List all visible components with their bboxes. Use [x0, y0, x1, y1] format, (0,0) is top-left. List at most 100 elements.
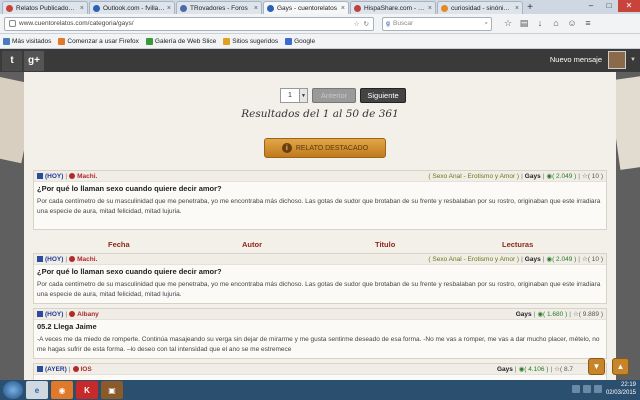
- featured-label: RELATO DESTACADO: [295, 144, 369, 152]
- story-date: (HOY): [45, 255, 64, 263]
- folder-icon[interactable]: ▣: [101, 381, 123, 399]
- bookmark-item[interactable]: Sitios sugeridos: [223, 37, 279, 45]
- tab-4[interactable]: Gays - cuentorelatos ×: [263, 1, 349, 14]
- bookmark-label: Más visitados: [12, 37, 52, 45]
- system-tray: [569, 385, 602, 393]
- bookmark-item[interactable]: Google: [285, 37, 315, 45]
- close-tab-icon[interactable]: ×: [428, 5, 432, 12]
- story-category[interactable]: ( Sexo Anal - Erotismo y Amor ): [428, 256, 519, 263]
- column-author[interactable]: Autor: [242, 240, 262, 249]
- story-section[interactable]: Gays: [516, 311, 532, 318]
- chevron-down-icon[interactable]: ▼: [300, 88, 308, 103]
- favicon-icon: [354, 4, 361, 12]
- close-tab-icon[interactable]: ×: [254, 5, 258, 12]
- content-page: 1 ▼ Anterior Siguiente Resultados del 1 …: [24, 72, 616, 380]
- new-tab-button[interactable]: +: [524, 2, 536, 14]
- firefox-icon[interactable]: ◉: [51, 381, 73, 399]
- bookmark-star-icon[interactable]: ☆: [354, 20, 360, 28]
- reload-icon[interactable]: ↻: [364, 20, 369, 28]
- story-title[interactable]: ¿Por qué lo llaman sexo cuando quiere de…: [34, 265, 606, 278]
- tab-2[interactable]: Outlook.com - fvillar... ×: [89, 1, 175, 14]
- story-title[interactable]: ¿Por qué lo llaman sexo cuando quiere de…: [34, 182, 606, 195]
- tab-5[interactable]: HispaShare.com - El ... ×: [350, 1, 436, 14]
- story-section[interactable]: Gays: [497, 366, 513, 373]
- minimize-button[interactable]: –: [582, 0, 600, 12]
- story-author[interactable]: Machi.: [77, 173, 97, 180]
- google-plus-button[interactable]: g+: [24, 50, 44, 71]
- bookmark-icon: [3, 37, 10, 45]
- close-window-button[interactable]: ✕: [618, 0, 640, 12]
- download-icon[interactable]: ↓: [532, 18, 548, 29]
- flag-icon[interactable]: [594, 385, 602, 393]
- star-icon[interactable]: ☆: [500, 18, 516, 29]
- column-reads[interactable]: Lecturas: [502, 240, 533, 249]
- ie-icon[interactable]: e: [26, 381, 48, 399]
- results-summary: Resultados del 1 al 50 de 361: [241, 108, 399, 120]
- story-section[interactable]: Gays: [525, 256, 541, 263]
- scroll-up-button[interactable]: ▲: [612, 358, 629, 375]
- new-message-link[interactable]: Nuevo mensaje: [550, 55, 602, 64]
- column-title[interactable]: Titulo: [375, 240, 395, 249]
- chat-icon[interactable]: ☺: [564, 18, 580, 29]
- story-meta: (HOY) | Machi. ( Sexo Anal - Erotismo y …: [34, 254, 606, 265]
- search-icon[interactable]: ⌕: [484, 20, 488, 28]
- tab-3[interactable]: TRovadores - Foros ×: [176, 1, 262, 14]
- address-bar[interactable]: www.cuentorelatos.com/categoria/gays/ ☆ …: [4, 16, 374, 31]
- close-tab-icon[interactable]: ×: [80, 5, 84, 12]
- story-excerpt: -A veces me da miedo de romperte. Contin…: [37, 336, 600, 353]
- tab-6[interactable]: curiosidad - sinónim... ×: [437, 1, 523, 14]
- bookmarks-icon[interactable]: ▤: [516, 18, 532, 29]
- story-votes: ( 10 ): [587, 172, 603, 180]
- story-title[interactable]: 05.2 Llega Jaime: [34, 320, 606, 333]
- scroll-down-button[interactable]: ▼: [588, 358, 605, 375]
- avatar[interactable]: [608, 51, 626, 69]
- maximize-button[interactable]: □: [600, 0, 618, 12]
- bookmark-item[interactable]: Galería de Web Slice: [145, 37, 216, 45]
- story-category[interactable]: ( Sexo Anal - Erotismo y Amor ): [428, 173, 519, 180]
- close-tab-icon[interactable]: ×: [341, 5, 345, 12]
- close-tab-icon[interactable]: ×: [515, 5, 519, 12]
- home-icon[interactable]: ⌂: [548, 18, 564, 29]
- chevron-down-icon[interactable]: ▼: [630, 57, 636, 63]
- tab-1[interactable]: Relatos Publicados - ... ×: [2, 1, 88, 14]
- menu-icon[interactable]: ≡: [580, 18, 596, 29]
- page-select[interactable]: 1: [280, 88, 300, 103]
- list-item[interactable]: (HOY) | Machi. ( Sexo Anal - Erotismo y …: [33, 253, 607, 304]
- story-views: ( 2.049 ): [552, 172, 577, 180]
- network-icon[interactable]: [572, 385, 580, 393]
- bookmark-item[interactable]: Comenzar a usar Firefox: [58, 37, 139, 45]
- story-date: (AYER): [45, 365, 67, 373]
- search-box[interactable]: g Buscar ⌕: [382, 16, 492, 31]
- featured-story-card[interactable]: (HOY) | Machi. ( Sexo Anal - Erotismo y …: [33, 170, 607, 230]
- volume-icon[interactable]: [583, 385, 591, 393]
- story-author[interactable]: IOS: [81, 366, 92, 373]
- user-icon: [69, 173, 76, 179]
- bookmark-label: Sitios sugeridos: [232, 37, 279, 45]
- bookmark-label: Comenzar a usar Firefox: [67, 37, 139, 45]
- calendar-icon: [37, 256, 43, 262]
- user-icon: [72, 366, 79, 372]
- story-author[interactable]: Machi.: [77, 256, 97, 263]
- story-author[interactable]: Albany: [77, 311, 99, 318]
- window-controls: – □ ✕: [582, 0, 640, 12]
- antivirus-icon[interactable]: K: [76, 381, 98, 399]
- close-tab-icon[interactable]: ×: [167, 5, 171, 12]
- search-engine-icon[interactable]: g: [386, 20, 390, 27]
- previous-page-button[interactable]: Anterior: [312, 88, 356, 103]
- column-date[interactable]: Fecha: [108, 240, 130, 249]
- favicon-icon: [180, 4, 187, 12]
- clock[interactable]: 22:19 02/03/2015: [606, 381, 636, 397]
- bookmark-item[interactable]: Más visitados: [3, 37, 52, 45]
- list-column-headers: Fecha Autor Titulo Lecturas: [24, 240, 616, 251]
- bookmark-icon: [58, 37, 66, 45]
- start-button[interactable]: [3, 381, 23, 399]
- page-info-icon[interactable]: [9, 20, 16, 27]
- twitter-icon: t: [10, 55, 14, 66]
- list-item[interactable]: (HOY) | Albany Gays | ◉ ( 1.680 ) | ☆ ( …: [33, 308, 607, 359]
- story-section[interactable]: Gays: [525, 173, 541, 180]
- next-page-button[interactable]: Siguiente: [360, 88, 406, 103]
- list-item[interactable]: (AYER) | IOS Gays | ◉ ( 4.106 ) | ☆ ( 8.…: [33, 363, 607, 380]
- clock-date: 02/03/2015: [605, 390, 636, 396]
- clock-time: 22:19: [620, 382, 636, 388]
- twitter-button[interactable]: t: [2, 50, 22, 71]
